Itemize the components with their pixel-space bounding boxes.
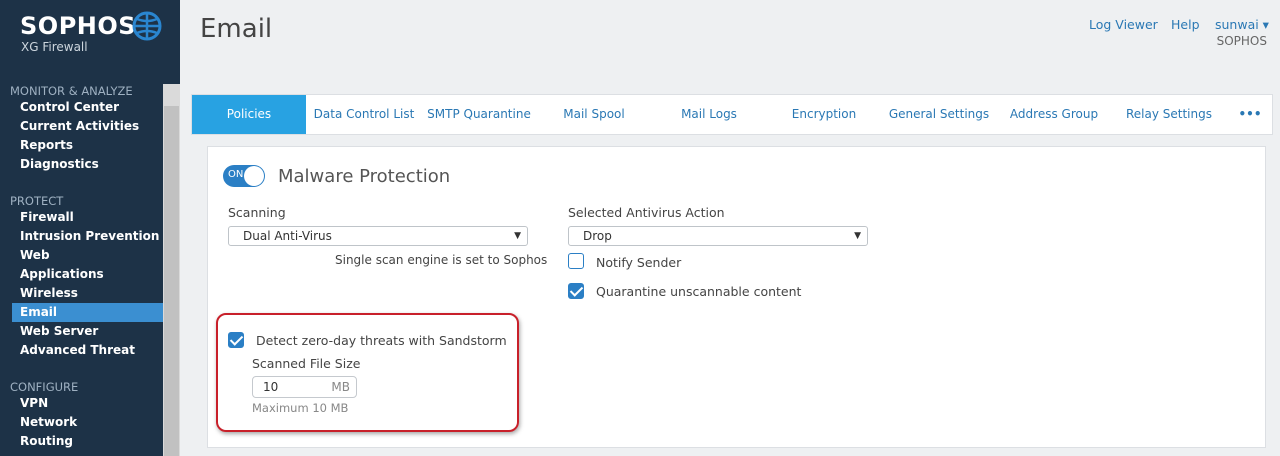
sidebar-scrollbar-thumb[interactable] <box>164 106 179 456</box>
sidebar-item-current-activities[interactable]: Current Activities <box>12 117 163 136</box>
sidebar-section-monitor: MONITOR & ANALYZE <box>10 84 133 98</box>
file-size-max-hint: Maximum 10 MB <box>252 401 349 415</box>
sandstorm-label: Detect zero-day threats with Sandstorm <box>256 333 507 348</box>
tab-bar: Policies Data Control List SMTP Quaranti… <box>191 94 1273 135</box>
tab-smtp-quarantine[interactable]: SMTP Quarantine <box>422 95 536 134</box>
scanning-select[interactable]: Dual Anti-Virus ▼ <box>228 226 528 246</box>
file-size-value: 10 <box>263 380 279 394</box>
sidebar-item-control-center[interactable]: Control Center <box>12 98 163 117</box>
toggle-knob <box>244 166 264 186</box>
sidebar-item-intrusion-prevention[interactable]: Intrusion Prevention <box>12 227 163 246</box>
help-link[interactable]: Help <box>1171 17 1200 32</box>
sidebar-item-diagnostics[interactable]: Diagnostics <box>12 155 163 174</box>
page-title: Email <box>200 14 273 44</box>
user-menu[interactable]: sunwai ▾ <box>1215 17 1269 32</box>
tab-data-control-list[interactable]: Data Control List <box>308 95 420 134</box>
scan-engine-hint: Single scan engine is set to Sophos <box>335 253 548 267</box>
user-org: SOPHOS <box>1216 34 1267 48</box>
notify-sender-label: Notify Sender <box>596 255 682 270</box>
notify-sender-checkbox[interactable] <box>568 253 584 269</box>
quarantine-unscannable-checkbox[interactable] <box>568 283 584 299</box>
scanned-file-size-input[interactable]: 10 MB <box>252 376 357 398</box>
sidebar-item-web[interactable]: Web <box>12 246 163 265</box>
log-viewer-link[interactable]: Log Viewer <box>1089 17 1158 32</box>
sidebar-item-firewall[interactable]: Firewall <box>12 208 163 227</box>
scanned-file-size-label: Scanned File Size <box>252 356 361 371</box>
tab-mail-logs[interactable]: Mail Logs <box>652 95 766 134</box>
tab-more[interactable]: ••• <box>1228 95 1272 134</box>
sidebar-item-routing[interactable]: Routing <box>12 432 163 451</box>
antivirus-action-select-value: Drop <box>583 229 612 243</box>
toggle-state-label: ON <box>228 169 244 180</box>
brand-name: SOPHOS <box>20 12 137 40</box>
tab-encryption[interactable]: Encryption <box>768 95 880 134</box>
antivirus-action-select[interactable]: Drop ▼ <box>568 226 868 246</box>
file-size-unit: MB <box>331 380 350 394</box>
sidebar-item-reports[interactable]: Reports <box>12 136 163 155</box>
chevron-down-icon: ▼ <box>514 231 521 241</box>
scanning-label: Scanning <box>228 205 286 220</box>
chevron-down-icon: ▼ <box>854 231 861 241</box>
sidebar-item-applications[interactable]: Applications <box>12 265 163 284</box>
sidebar-section-protect: PROTECT <box>10 194 64 208</box>
sidebar-section-configure: CONFIGURE <box>10 380 79 394</box>
sidebar-item-wireless[interactable]: Wireless <box>12 284 163 303</box>
tab-policies[interactable]: Policies <box>192 95 306 134</box>
tab-relay-settings[interactable]: Relay Settings <box>1112 95 1226 134</box>
quarantine-unscannable-label: Quarantine unscannable content <box>596 284 802 299</box>
sidebar-item-network[interactable]: Network <box>12 413 163 432</box>
sidebar-item-vpn[interactable]: VPN <box>12 394 163 413</box>
sophos-globe-icon <box>132 11 162 41</box>
antivirus-action-label: Selected Antivirus Action <box>568 205 725 220</box>
tab-address-group[interactable]: Address Group <box>998 95 1110 134</box>
scanning-select-value: Dual Anti-Virus <box>243 229 332 243</box>
sidebar-item-advanced-threat[interactable]: Advanced Threat <box>12 341 163 360</box>
sandstorm-checkbox[interactable] <box>228 332 244 348</box>
tab-general-settings[interactable]: General Settings <box>882 95 996 134</box>
malware-protection-toggle[interactable]: ON <box>223 165 265 187</box>
sidebar-item-web-server[interactable]: Web Server <box>12 322 163 341</box>
malware-protection-title: Malware Protection <box>278 166 451 187</box>
sidebar-item-email[interactable]: Email <box>12 303 163 322</box>
tab-mail-spool[interactable]: Mail Spool <box>538 95 650 134</box>
brand-product: XG Firewall <box>21 40 88 54</box>
